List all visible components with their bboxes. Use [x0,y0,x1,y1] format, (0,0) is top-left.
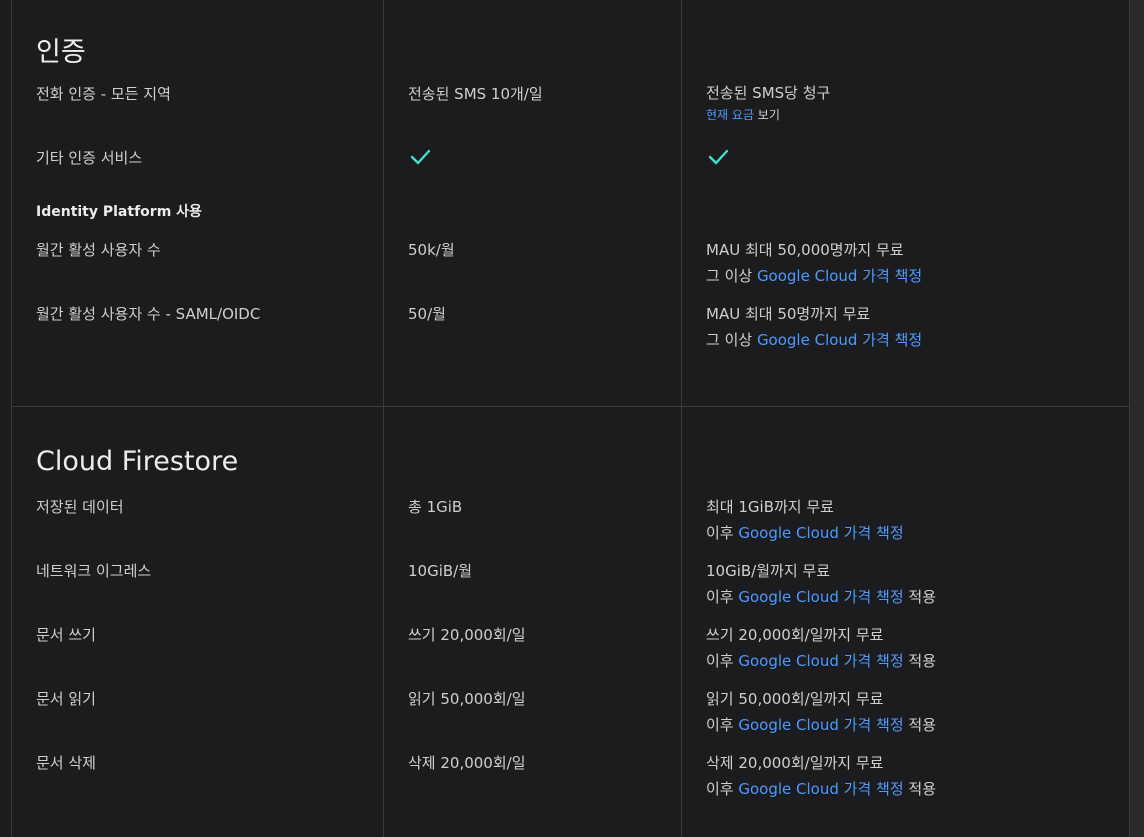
google-cloud-pricing-link[interactable]: Google Cloud 가격 책정 [738,524,903,542]
section-title-auth: 인증 [36,37,86,68]
google-cloud-pricing-link[interactable]: Google Cloud 가격 책정 [738,780,903,798]
blaze-value-doc-writes: 쓰기 20,000회/일까지 무료 이후 Google Cloud 가격 책정 … [706,622,936,674]
blaze-after: 보기 [753,108,780,122]
blaze-prefix: 이후 [706,716,739,734]
free-value-network-egress: 10GiB/월 [408,562,473,580]
blaze-link-line: 현재 요금 보기 [706,106,830,124]
blaze-prefix: 이후 [706,588,739,606]
blaze-prefix: 그 이상 [706,267,757,285]
row-label-other-auth: 기타 인증 서비스 [36,149,143,167]
blaze-link-line: 이후 Google Cloud 가격 책정 적용 [706,776,936,802]
free-value-phone-auth: 전송된 SMS 10개/일 [408,85,543,103]
row-label-mau: 월간 활성 사용자 수 [36,241,161,259]
free-value-stored-data: 총 1GiB [408,498,463,516]
row-label-phone-auth: 전화 인증 - 모든 지역 [36,85,171,103]
row-label-mau-saml: 월간 활성 사용자 수 - SAML/OIDC [36,305,261,323]
blaze-text: MAU 최대 50명까지 무료 [706,305,871,323]
blaze-suffix: 적용 [903,780,936,798]
blaze-link-line: 이후 Google Cloud 가격 책정 적용 [706,648,936,674]
blaze-value-stored-data: 최대 1GiB까지 무료 이후 Google Cloud 가격 책정 [706,494,904,546]
row-label-doc-deletes: 문서 삭제 [36,754,96,772]
blaze-value-doc-reads: 읽기 50,000회/일까지 무료 이후 Google Cloud 가격 책정 … [706,686,936,738]
check-icon [708,149,729,165]
blaze-prefix: 그 이상 [706,331,757,349]
blaze-prefix: 이후 [706,780,739,798]
free-value-mau: 50k/월 [408,241,455,259]
table-border-left [11,0,12,837]
blaze-value-mau-saml: MAU 최대 50명까지 무료 그 이상 Google Cloud 가격 책정 [706,301,922,353]
section-divider [11,406,1130,407]
blaze-text: 읽기 50,000회/일까지 무료 [706,690,884,708]
blaze-link-line: 이후 Google Cloud 가격 책정 적용 [706,584,936,610]
row-label-network-egress: 네트워크 이그레스 [36,562,152,580]
scrollbar-track[interactable] [1130,0,1144,837]
blaze-suffix: 적용 [903,652,936,670]
row-label-identity-platform: Identity Platform 사용 [36,204,202,220]
free-value-doc-writes: 쓰기 20,000회/일 [408,626,526,644]
blaze-text: 삭제 20,000회/일까지 무료 [706,754,884,772]
google-cloud-pricing-link[interactable]: Google Cloud 가격 책정 [738,652,903,670]
blaze-text: 쓰기 20,000회/일까지 무료 [706,626,884,644]
blaze-link-line: 그 이상 Google Cloud 가격 책정 [706,327,922,353]
section-title-firestore: Cloud Firestore [36,446,239,477]
blaze-suffix: 적용 [903,588,936,606]
google-cloud-pricing-link[interactable]: Google Cloud 가격 책정 [757,331,922,349]
free-value-mau-saml: 50/월 [408,305,446,323]
check-icon [410,149,431,165]
google-cloud-pricing-link[interactable]: Google Cloud 가격 책정 [738,716,903,734]
blaze-value-network-egress: 10GiB/월까지 무료 이후 Google Cloud 가격 책정 적용 [706,558,936,610]
pricing-table: 인증 전화 인증 - 모든 지역 전송된 SMS 10개/일 전송된 SMS당 … [0,0,1144,837]
blaze-text: 최대 1GiB까지 무료 [706,498,834,516]
row-label-doc-reads: 문서 읽기 [36,690,96,708]
column-divider-blaze [681,0,682,837]
blaze-suffix: 적용 [903,716,936,734]
free-value-doc-deletes: 삭제 20,000회/일 [408,754,526,772]
blaze-prefix: 이후 [706,652,739,670]
blaze-value-mau: MAU 최대 50,000명까지 무료 그 이상 Google Cloud 가격… [706,237,922,289]
blaze-text: 전송된 SMS당 청구 [706,84,831,102]
free-value-doc-reads: 읽기 50,000회/일 [408,690,526,708]
blaze-value-phone-auth: 전송된 SMS당 청구 현재 요금 보기 [706,80,830,124]
blaze-link-line: 그 이상 Google Cloud 가격 책정 [706,263,922,289]
blaze-text: MAU 최대 50,000명까지 무료 [706,241,904,259]
current-rates-link[interactable]: 현재 요금 [706,108,754,122]
google-cloud-pricing-link[interactable]: Google Cloud 가격 책정 [738,588,903,606]
column-divider-free [383,0,384,837]
blaze-link-line: 이후 Google Cloud 가격 책정 [706,520,904,546]
google-cloud-pricing-link[interactable]: Google Cloud 가격 책정 [757,267,922,285]
row-label-stored-data: 저장된 데이터 [36,498,124,516]
blaze-value-doc-deletes: 삭제 20,000회/일까지 무료 이후 Google Cloud 가격 책정 … [706,750,936,802]
blaze-prefix: 이후 [706,524,739,542]
blaze-text: 10GiB/월까지 무료 [706,562,830,580]
row-label-doc-writes: 문서 쓰기 [36,626,96,644]
blaze-link-line: 이후 Google Cloud 가격 책정 적용 [706,712,936,738]
